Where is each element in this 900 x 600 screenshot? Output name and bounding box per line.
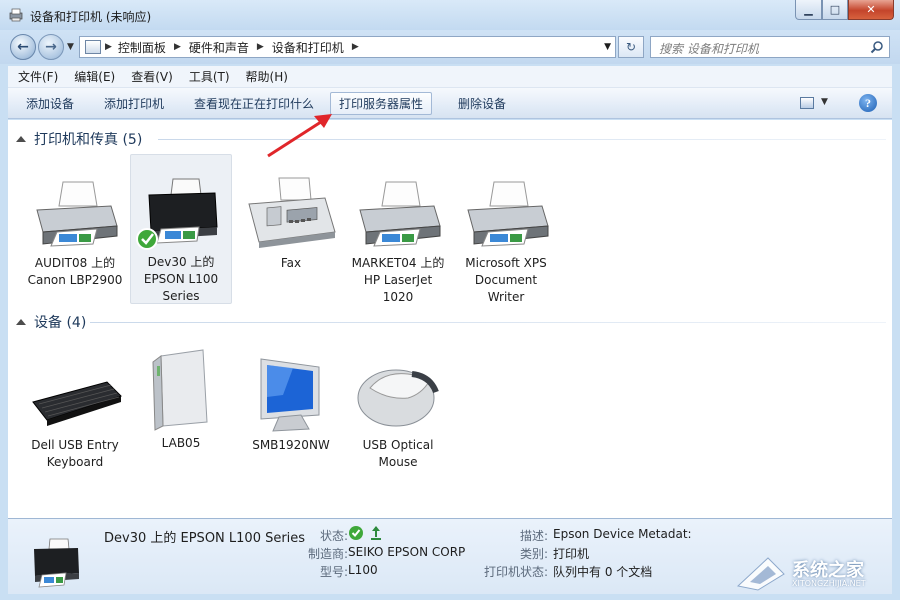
remove-device-button[interactable]: 删除设备	[450, 92, 514, 115]
details-printer-status: 队列中有 0 个文档	[553, 565, 653, 579]
details-maker-label: 制造商:	[307, 547, 348, 561]
chevron-right-icon[interactable]: ▶	[257, 42, 264, 52]
laser-printer-icon	[467, 181, 549, 247]
details-description: Epson Device Metadat:	[553, 527, 692, 541]
address-dropdown-icon[interactable]: ▼	[604, 42, 611, 52]
device-tile[interactable]: LAB05	[130, 340, 232, 450]
details-model-label: 型号:	[319, 565, 348, 579]
title-bar: 设备和打印机 (未响应) ▁ □ ✕	[0, 0, 900, 30]
menu-view[interactable]: 查看(V)	[131, 68, 173, 85]
inkjet-printer-icon	[34, 538, 79, 588]
breadcrumb-control-panel[interactable]: 控制面板	[118, 39, 166, 56]
change-view-icon[interactable]	[800, 97, 814, 109]
device-label: Fax	[280, 256, 302, 270]
back-button[interactable]: ←	[10, 34, 36, 60]
arrow-left-icon: ←	[17, 39, 29, 55]
group-title-devices: 设备 (4)	[34, 315, 87, 331]
maximize-button[interactable]: □	[822, 0, 848, 20]
address-bar[interactable]: ▶ 控制面板 ▶ 硬件和声音 ▶ 设备和打印机 ▶ ▼	[79, 36, 616, 58]
devices-printers-app-icon	[9, 8, 23, 22]
close-icon: ✕	[866, 3, 876, 16]
device-label: MARKET04 上的 HP LaserJet 1020	[351, 256, 445, 304]
device-tile[interactable]: Fax	[240, 176, 342, 272]
refresh-icon: ↻	[625, 40, 637, 54]
laser-printer-icon	[359, 181, 441, 247]
minimize-button[interactable]: ▁	[795, 0, 822, 20]
device-label: LAB05	[161, 436, 201, 450]
group-header-devices[interactable]: 设备 (4)	[14, 312, 86, 332]
chevron-right-icon[interactable]: ▶	[352, 42, 359, 52]
menu-file[interactable]: 文件(F)	[18, 68, 58, 85]
computer-tower-icon	[152, 349, 208, 431]
group-divider	[90, 322, 886, 323]
maximize-icon: □	[829, 3, 841, 16]
view-dropdown-icon[interactable]: ▼	[821, 97, 828, 107]
group-header-printers[interactable]: 打印机和传真 (5)	[14, 129, 142, 149]
minimize-icon: ▁	[804, 3, 813, 16]
device-tile[interactable]: Dell USB Entry Keyboard	[24, 358, 126, 471]
annotation-arrow	[267, 114, 332, 158]
watermark-url: XITONGZHIJIA.NET	[792, 579, 866, 588]
monitor-icon	[260, 358, 320, 432]
close-button[interactable]: ✕	[848, 0, 894, 20]
search-placeholder: 搜索 设备和打印机	[659, 42, 759, 56]
device-label: Dell USB Entry Keyboard	[31, 438, 119, 469]
refresh-button[interactable]: ↻	[618, 36, 644, 58]
details-status-label: 状态:	[319, 529, 348, 543]
details-description-label: 描述:	[519, 529, 548, 543]
add-device-button[interactable]: 添加设备	[18, 92, 82, 115]
device-tile[interactable]: MARKET04 上的 HP LaserJet 1020	[347, 176, 449, 306]
forward-button[interactable]: →	[38, 34, 64, 60]
group-title-printers: 打印机和传真 (5)	[34, 132, 143, 148]
chevron-right-icon[interactable]: ▶	[174, 42, 181, 52]
device-tile[interactable]: USB Optical Mouse	[347, 358, 449, 471]
search-input[interactable]: 搜索 设备和打印机	[650, 36, 890, 58]
arrow-right-icon: →	[45, 39, 57, 55]
menu-bar: 文件(F) 编辑(E) 查看(V) 工具(T) 帮助(H)	[8, 66, 892, 88]
mouse-icon	[357, 369, 439, 427]
details-printer-status-label: 打印机状态:	[483, 565, 548, 579]
network-shared-icon	[370, 525, 382, 544]
device-tile[interactable]: Dev30 上的 EPSON L100 Series	[130, 154, 232, 304]
details-category: 打印机	[553, 547, 590, 561]
details-model: L100	[348, 563, 378, 577]
device-label: SMB1920NW	[252, 438, 330, 452]
window-title: 设备和打印机 (未响应)	[30, 10, 152, 24]
search-icon[interactable]	[870, 40, 884, 54]
device-tile[interactable]: Microsoft XPS Document Writer	[455, 176, 557, 306]
collapse-triangle-icon[interactable]	[16, 319, 26, 325]
devices-content-pane: 打印机和传真 (5) AUDIT08 上的 Canon LBP2900 Dev3…	[8, 120, 892, 518]
fax-icon	[248, 177, 336, 248]
chevron-right-icon[interactable]: ▶	[105, 42, 112, 52]
command-bar: 添加设备 添加打印机 查看现在正在打印什么 打印服务器属性 删除设备 ▼ ?	[8, 88, 892, 119]
device-label: Dev30 上的 EPSON L100 Series	[143, 255, 219, 303]
menu-help[interactable]: 帮助(H)	[246, 68, 288, 85]
help-icon[interactable]: ?	[859, 94, 877, 112]
device-label: USB Optical Mouse	[362, 438, 434, 469]
breadcrumb-hardware-sound[interactable]: 硬件和声音	[189, 39, 249, 56]
breadcrumb-devices-printers[interactable]: 设备和打印机	[272, 39, 344, 56]
laser-printer-icon	[36, 181, 118, 247]
print-server-properties-button[interactable]: 打印服务器属性	[330, 92, 433, 115]
menu-edit[interactable]: 编辑(E)	[74, 68, 115, 85]
device-label: AUDIT08 上的 Canon LBP2900	[27, 256, 123, 287]
collapse-triangle-icon[interactable]	[16, 136, 26, 142]
navigation-bar: ← → ▼ ▶ 控制面板 ▶ 硬件和声音 ▶ 设备和打印机 ▶ ▼ ↻ 搜索 设…	[0, 30, 900, 64]
recent-pages-dropdown-icon[interactable]: ▼	[67, 42, 74, 52]
control-panel-icon	[85, 40, 101, 54]
inkjet-printer-icon	[136, 178, 218, 250]
menu-tools[interactable]: 工具(T)	[189, 68, 230, 85]
add-printer-button[interactable]: 添加打印机	[96, 92, 172, 115]
device-tile[interactable]: AUDIT08 上的 Canon LBP2900	[24, 176, 126, 289]
details-category-label: 类别:	[519, 547, 548, 561]
device-tile[interactable]: SMB1920NW	[240, 352, 342, 454]
keyboard-icon	[32, 381, 122, 426]
device-label: Microsoft XPS Document Writer	[465, 256, 547, 304]
status-ok-icon	[348, 525, 364, 544]
